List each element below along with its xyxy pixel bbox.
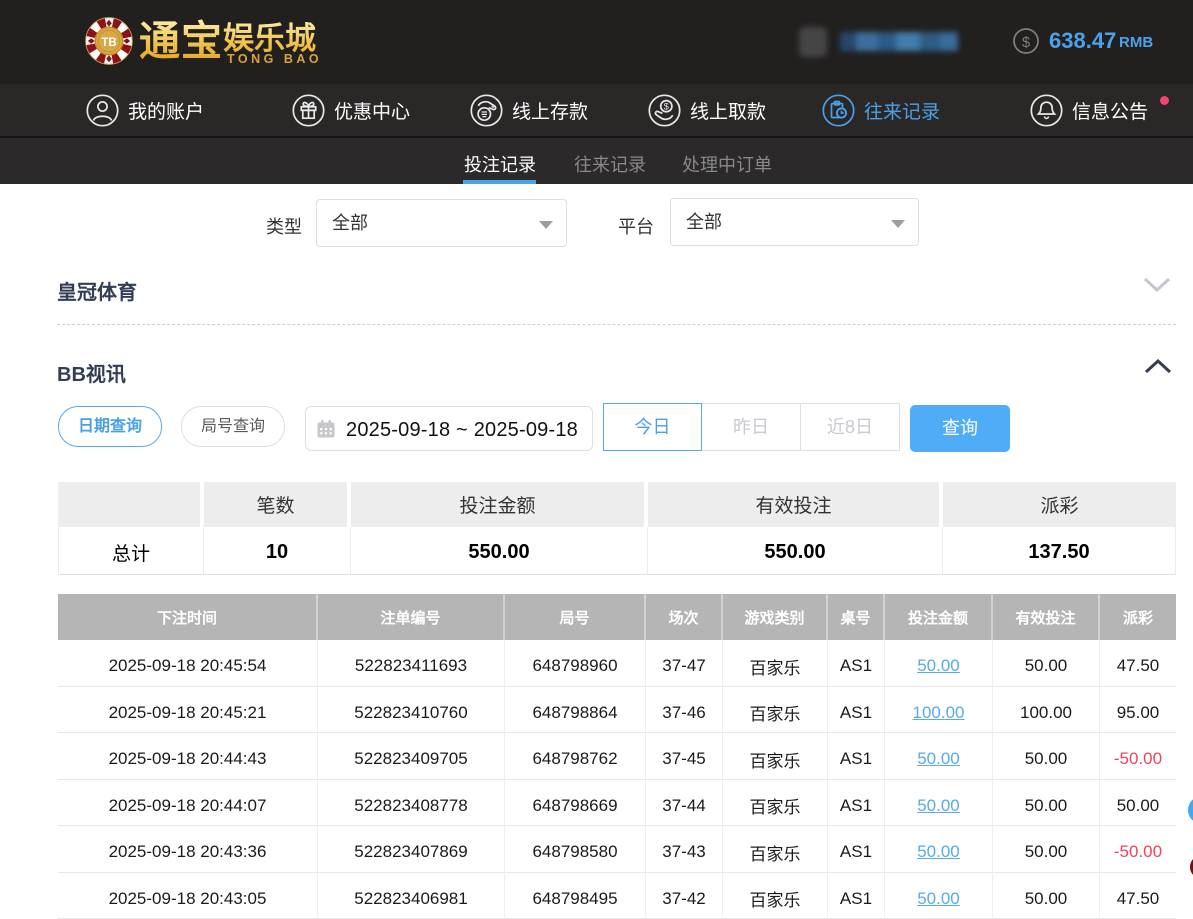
svg-text:$: $: [1022, 34, 1031, 51]
svg-text:TB: TB: [101, 37, 116, 49]
svg-text:$: $: [664, 101, 669, 111]
